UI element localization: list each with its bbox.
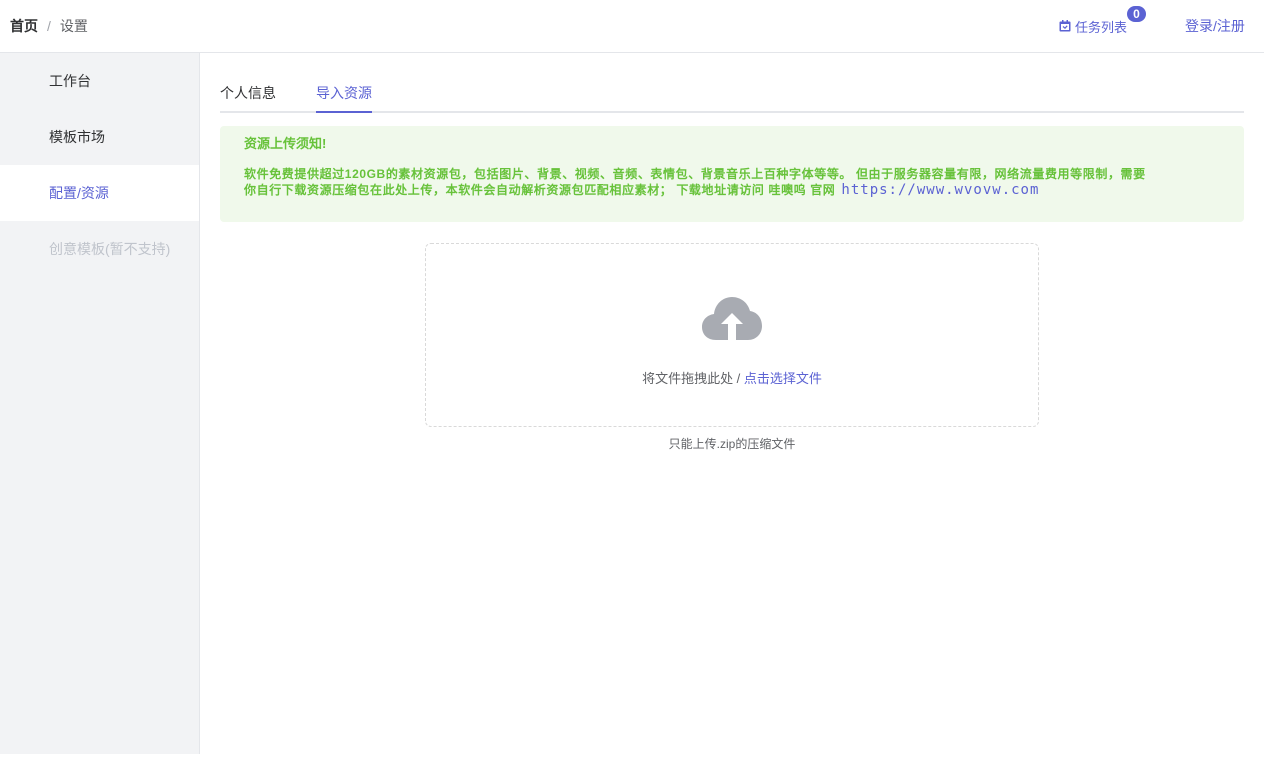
upload-notice: 资源上传须知! 软件免费提供超过120GB的素材资源包，包括图片、背景、视频、音… [220, 126, 1244, 222]
notice-body-line2-wrap: 你自行下载资源压缩包在此处上传，本软件会自动解析资源包匹配相应素材； 下载地址请… [244, 182, 1220, 198]
notice-body: 软件免费提供超过120GB的素材资源包，包括图片、背景、视频、音频、表情包、背景… [244, 166, 1220, 198]
upload-dropzone[interactable]: 将文件拖拽此处 / 点击选择文件 [425, 243, 1039, 427]
task-list-label: 任务列表 [1075, 19, 1128, 35]
choose-file-link[interactable]: 点击选择文件 [744, 371, 822, 386]
breadcrumb-home[interactable]: 首页 [10, 18, 38, 34]
breadcrumb-separator: / [47, 18, 51, 34]
sidebar-item-workbench[interactable]: 工作台 [0, 53, 199, 109]
top-header: 首页 / 设置 任务列表 0 登录/注册 [0, 0, 1264, 53]
cloud-upload-icon [702, 297, 762, 340]
sidebar: 工作台 模板市场 配置/资源 创意模板(暂不支持) [0, 53, 200, 754]
task-count-badge: 0 [1127, 6, 1146, 22]
task-list-button[interactable]: 任务列表 [1059, 17, 1127, 35]
upload-instruction: 将文件拖拽此处 / 点击选择文件 [426, 368, 1038, 387]
tab-personal-info[interactable]: 个人信息 [220, 84, 276, 113]
tab-bar: 个人信息 导入资源 [220, 82, 1244, 113]
login-register-link[interactable]: 登录/注册 [1185, 17, 1245, 35]
calendar-icon [1059, 20, 1071, 32]
main-content: 个人信息 导入资源 资源上传须知! 软件免费提供超过120GB的素材资源包，包括… [220, 53, 1244, 753]
notice-body-line2: 你自行下载资源压缩包在此处上传，本软件会自动解析资源包匹配相应素材； 下载地址请… [244, 183, 836, 197]
sidebar-item-template-market[interactable]: 模板市场 [0, 109, 199, 165]
breadcrumb-current: 设置 [59, 18, 88, 34]
website-link[interactable]: https://www.wvovw.com [841, 182, 1039, 198]
notice-body-line1: 软件免费提供超过120GB的素材资源包，包括图片、背景、视频、音频、表情包、背景… [244, 167, 1146, 181]
breadcrumb: 首页 / 设置 [10, 17, 88, 35]
sidebar-item-creative-templates: 创意模板(暂不支持) [49, 241, 171, 257]
tab-import-resources[interactable]: 导入资源 [316, 84, 372, 113]
drag-text: 将文件拖拽此处 / [642, 371, 744, 386]
sidebar-item-config-resources[interactable]: 配置/资源 [0, 165, 199, 221]
upload-tip: 只能上传.zip的压缩文件 [668, 437, 796, 451]
notice-title: 资源上传须知! [244, 136, 327, 151]
